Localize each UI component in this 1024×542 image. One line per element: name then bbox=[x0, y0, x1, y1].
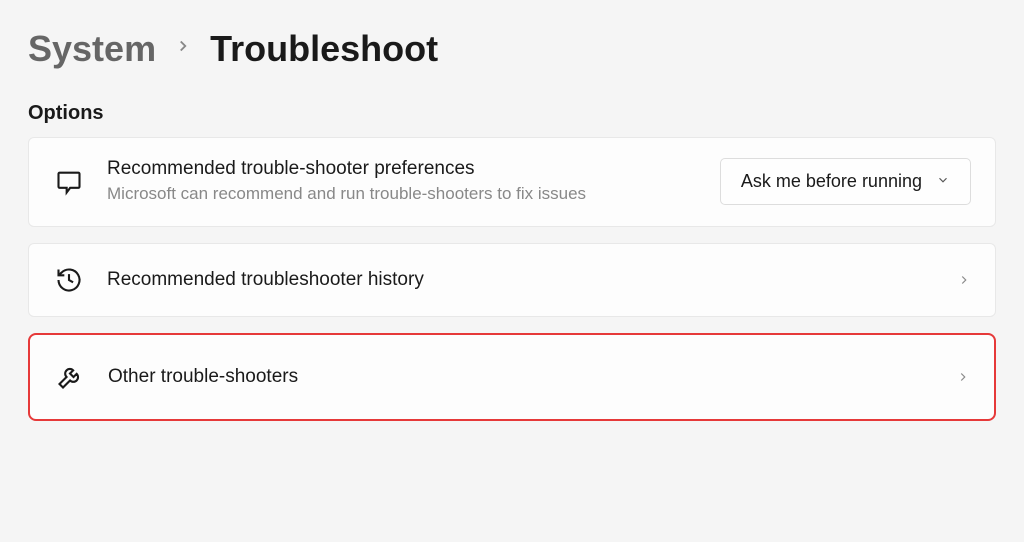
preferences-title: Recommended trouble-shooter preferences bbox=[107, 158, 698, 180]
history-icon bbox=[53, 264, 85, 296]
preferences-dropdown[interactable]: Ask me before running bbox=[720, 158, 971, 205]
chevron-right-icon bbox=[957, 273, 971, 287]
dropdown-value: Ask me before running bbox=[741, 171, 922, 192]
chevron-right-icon bbox=[956, 370, 970, 384]
history-card[interactable]: Recommended troubleshooter history bbox=[28, 243, 996, 317]
breadcrumb-parent[interactable]: System bbox=[28, 28, 156, 70]
wrench-icon bbox=[54, 361, 86, 393]
chevron-right-icon bbox=[174, 37, 192, 61]
breadcrumb-current: Troubleshoot bbox=[210, 28, 438, 70]
chevron-down-icon bbox=[936, 171, 950, 192]
breadcrumb: System Troubleshoot bbox=[28, 28, 996, 70]
preferences-description: Microsoft can recommend and run trouble-… bbox=[107, 182, 587, 206]
preferences-card: Recommended trouble-shooter preferences … bbox=[28, 137, 996, 227]
preferences-content: Recommended trouble-shooter preferences … bbox=[107, 158, 698, 206]
speech-bubble-icon bbox=[53, 166, 85, 198]
other-troubleshooters-card[interactable]: Other trouble-shooters bbox=[28, 333, 996, 421]
other-title: Other trouble-shooters bbox=[108, 366, 934, 388]
section-title: Options bbox=[28, 102, 996, 125]
other-content: Other trouble-shooters bbox=[108, 366, 934, 388]
history-title: Recommended troubleshooter history bbox=[107, 269, 935, 291]
history-content: Recommended troubleshooter history bbox=[107, 269, 935, 291]
